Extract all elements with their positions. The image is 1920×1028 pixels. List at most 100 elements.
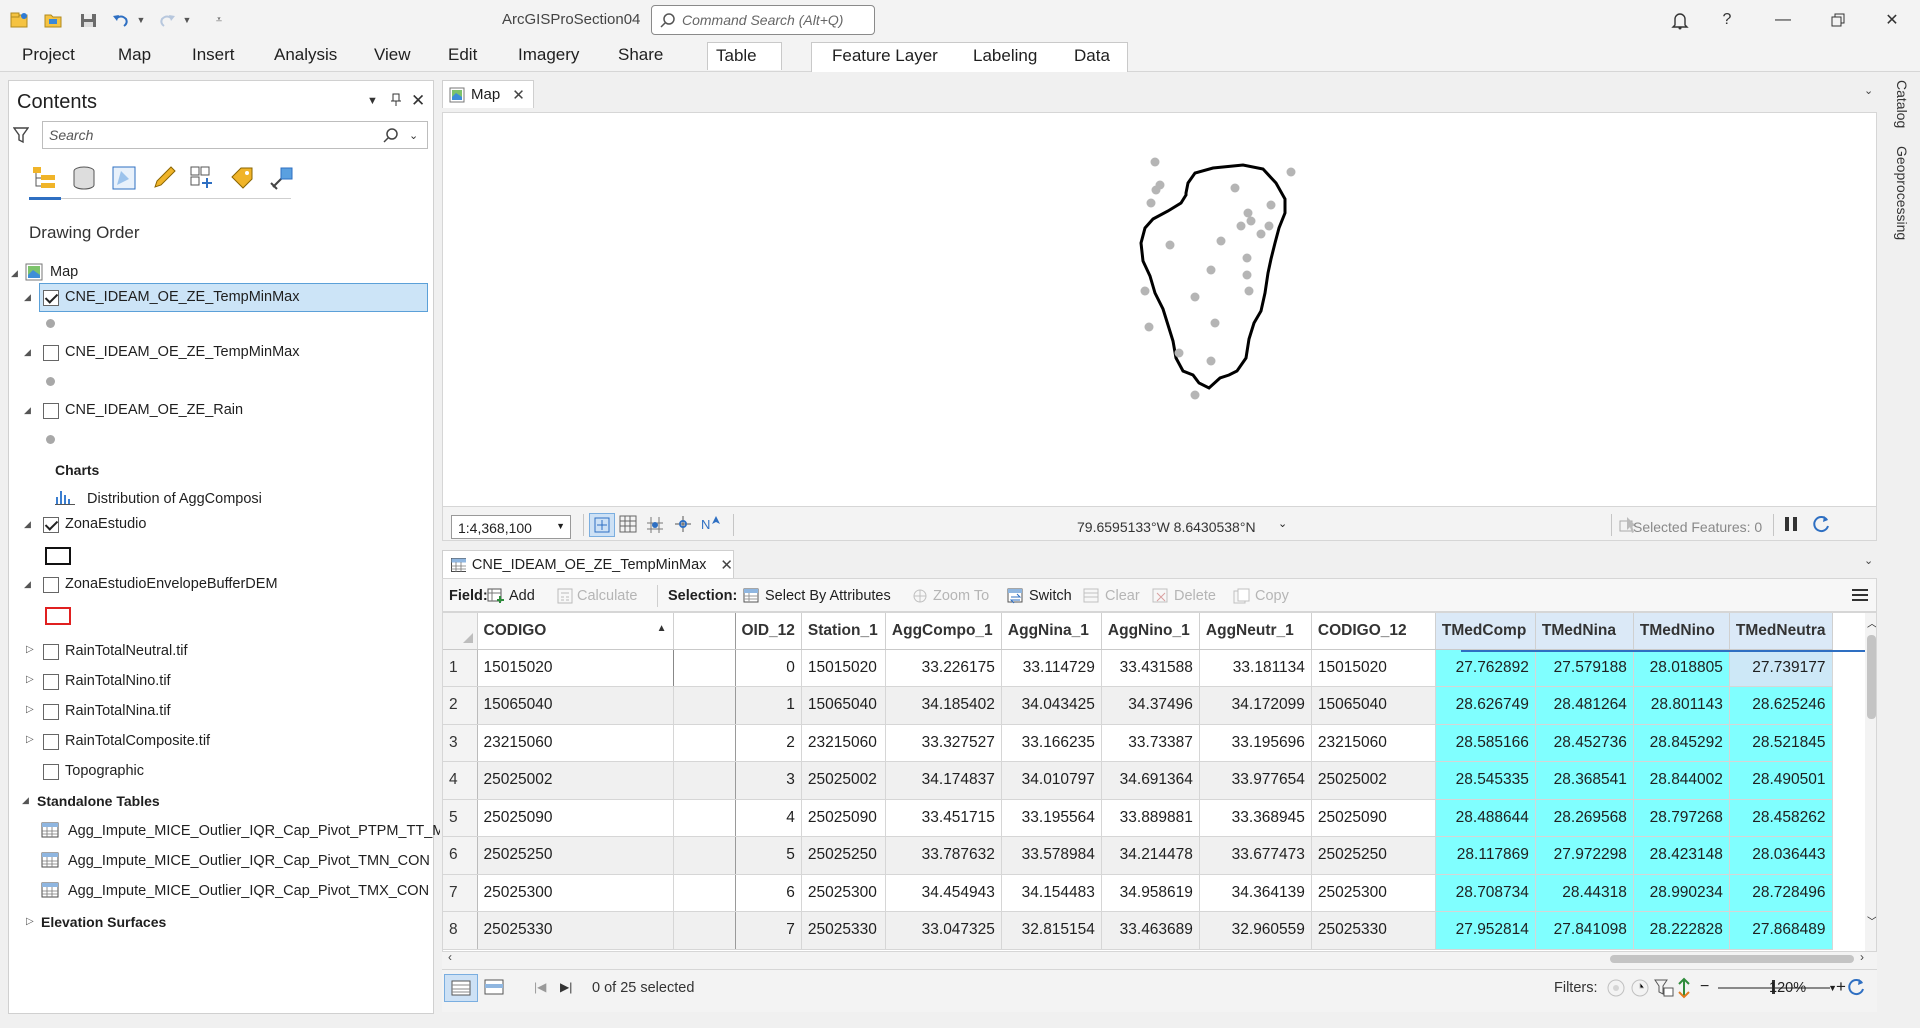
table-cell[interactable]: 28.728496 — [1729, 874, 1833, 912]
filter-time-icon[interactable] — [1630, 978, 1650, 998]
tab-edit[interactable]: Edit — [444, 45, 481, 65]
scroll-right-icon[interactable]: › — [1860, 950, 1864, 964]
horizontal-scrollbar[interactable]: ‹ › — [442, 950, 1877, 966]
collapse-arrow-icon[interactable]: ◢ — [11, 268, 18, 279]
expand-arrow-icon[interactable]: ▷ — [26, 916, 34, 927]
table-cell[interactable]: 28.423148 — [1633, 836, 1730, 875]
table-cell[interactable]: 33.787632 — [885, 836, 1002, 875]
column-header[interactable]: OID_12 — [735, 613, 802, 650]
table-cell[interactable]: 27.868489 — [1729, 911, 1833, 950]
table-cell[interactable] — [673, 649, 736, 687]
table-cell[interactable]: 4 — [735, 799, 802, 837]
table-cell[interactable]: 33.578984 — [1001, 836, 1102, 875]
table-cell[interactable]: 34.37496 — [1101, 686, 1200, 725]
table-cell[interactable]: 34.214478 — [1101, 836, 1200, 875]
list-by-selection-icon[interactable] — [109, 163, 139, 193]
layer-visibility-checkbox[interactable] — [43, 704, 59, 720]
pane-options-chevron-icon[interactable]: ▼ — [367, 95, 378, 107]
table-row[interactable]: 7 25025300 6 25025300 34.454943 34.154483 34.9… — [443, 874, 1833, 912]
table-cell[interactable]: 28.490501 — [1729, 761, 1833, 800]
table-cell[interactable]: 25025250 — [477, 836, 674, 875]
expand-arrow-icon[interactable]: ▷ — [26, 644, 34, 655]
table-row[interactable]: 1 15015020 0 15015020 33.226175 33.114729 33.4… — [443, 649, 1833, 687]
collapse-arrow-icon[interactable]: ◢ — [24, 347, 31, 358]
close-map-tab-icon[interactable]: ✕ — [512, 86, 525, 104]
geoprocessing-pane-tab[interactable]: Geoprocessing — [1894, 146, 1910, 240]
column-header[interactable]: TMedNeutra — [1729, 613, 1833, 650]
row-number-cell[interactable]: 1 — [443, 649, 478, 687]
column-header[interactable]: TMedNina — [1535, 613, 1634, 650]
layer-visibility-checkbox[interactable] — [43, 517, 59, 533]
table-row[interactable]: 6 25025250 5 25025250 33.787632 33.578984 34.2… — [443, 836, 1833, 875]
table-cell[interactable]: 15015020 — [477, 649, 674, 687]
standalone-tables-heading[interactable]: Standalone Tables — [37, 793, 160, 809]
row-number-cell[interactable]: 4 — [443, 761, 478, 800]
contents-search-input[interactable]: Search — [42, 121, 428, 149]
map-scale-selector[interactable]: 1:4,368,100 ▼ — [451, 515, 571, 539]
list-by-data-source-icon[interactable] — [69, 163, 99, 193]
row-number-cell[interactable]: 6 — [443, 836, 478, 875]
scroll-left-icon[interactable]: ‹ — [448, 950, 452, 964]
tab-map[interactable]: Map — [114, 45, 155, 65]
column-header[interactable]: TMedComp — [1435, 613, 1536, 650]
table-cell[interactable]: 15065040 — [477, 686, 674, 725]
layer-visibility-checkbox[interactable] — [43, 734, 59, 750]
save-project-icon[interactable] — [76, 8, 102, 32]
layer-visibility-checkbox[interactable] — [43, 577, 59, 593]
horizontal-scroll-thumb[interactable] — [1610, 955, 1854, 963]
table-cell[interactable]: 33.451715 — [885, 799, 1002, 837]
table-cell[interactable]: 28.452736 — [1535, 724, 1634, 762]
copy-selection-button[interactable]: Copy — [1233, 588, 1289, 604]
elevation-surfaces-heading[interactable]: Elevation Surfaces — [41, 914, 166, 930]
layer-tempminmax-2[interactable]: CNE_IDEAM_OE_ZE_TempMinMax — [65, 344, 300, 360]
collapse-arrow-icon[interactable]: ◢ — [24, 519, 31, 530]
chart-item[interactable]: Distribution of AggComposi — [87, 491, 262, 507]
add-field-button[interactable]: Add — [487, 588, 535, 604]
new-project-icon[interactable] — [6, 8, 32, 32]
table-cell[interactable]: 28.368541 — [1535, 761, 1634, 800]
layer-zona-estudio[interactable]: ZonaEstudio — [65, 516, 146, 532]
table-cell[interactable]: 1 — [735, 686, 802, 725]
table-row[interactable]: 5 25025090 4 25025090 33.451715 33.195564 33.8… — [443, 799, 1833, 837]
fixed-zoom-icon[interactable] — [589, 513, 615, 537]
minimize-button[interactable]: — — [1763, 6, 1803, 34]
raster-rain-neutral[interactable]: RainTotalNeutral.tif — [65, 643, 188, 659]
table-cell[interactable]: 33.677473 — [1199, 836, 1312, 875]
column-header[interactable]: CODIGO ▲ — [477, 613, 674, 650]
table-cell[interactable]: 25025300 — [801, 874, 886, 912]
standalone-table-item[interactable]: Agg_Impute_MICE_Outlier_IQR_Cap_Pivot_TM… — [68, 853, 430, 869]
column-header[interactable]: AggCompo_1 — [885, 613, 1002, 650]
layer-rain[interactable]: CNE_IDEAM_OE_ZE_Rain — [65, 402, 243, 418]
table-cell[interactable]: 25025330 — [1311, 911, 1436, 950]
row-number-cell[interactable]: 8 — [443, 911, 478, 950]
table-cell[interactable]: 34.010797 — [1001, 761, 1102, 800]
row-number-cell[interactable]: 7 — [443, 874, 478, 912]
layer-visibility-checkbox[interactable] — [43, 290, 59, 306]
table-row[interactable]: 4 25025002 3 25025002 34.174837 34.010797 34.6… — [443, 761, 1833, 800]
table-cell[interactable]: 28.018805 — [1633, 649, 1730, 687]
table-cell[interactable]: 28.708734 — [1435, 874, 1536, 912]
tab-labeling[interactable]: Labeling — [969, 46, 1041, 66]
table-cell[interactable]: 33.889881 — [1101, 799, 1200, 837]
catalog-pane-tab[interactable]: Catalog — [1894, 80, 1910, 128]
collapse-arrow-icon[interactable]: ◢ — [24, 579, 31, 590]
table-cell[interactable]: 33.166235 — [1001, 724, 1102, 762]
row-number-cell[interactable]: 3 — [443, 724, 478, 762]
table-cell[interactable]: 2 — [735, 724, 802, 762]
tab-data[interactable]: Data — [1070, 46, 1114, 66]
table-cell[interactable]: 7 — [735, 911, 802, 950]
column-header[interactable]: AggNina_1 — [1001, 613, 1102, 650]
raster-rain-nina[interactable]: RainTotalNina.tif — [65, 703, 171, 719]
table-cell[interactable]: 34.364139 — [1199, 874, 1312, 912]
tab-share[interactable]: Share — [614, 45, 667, 65]
layer-visibility-checkbox[interactable] — [43, 345, 59, 361]
table-cell[interactable]: 25025250 — [1311, 836, 1436, 875]
tab-project[interactable]: Project — [18, 45, 79, 65]
table-cell[interactable]: 28.797268 — [1633, 799, 1730, 837]
filter-extent-icon[interactable] — [1606, 978, 1626, 998]
table-cell[interactable]: 28.117869 — [1435, 836, 1536, 875]
table-cell[interactable]: 33.195696 — [1199, 724, 1312, 762]
show-all-records-icon[interactable] — [444, 974, 478, 1002]
table-cell[interactable]: 25025090 — [1311, 799, 1436, 837]
table-cell[interactable]: 28.585166 — [1435, 724, 1536, 762]
